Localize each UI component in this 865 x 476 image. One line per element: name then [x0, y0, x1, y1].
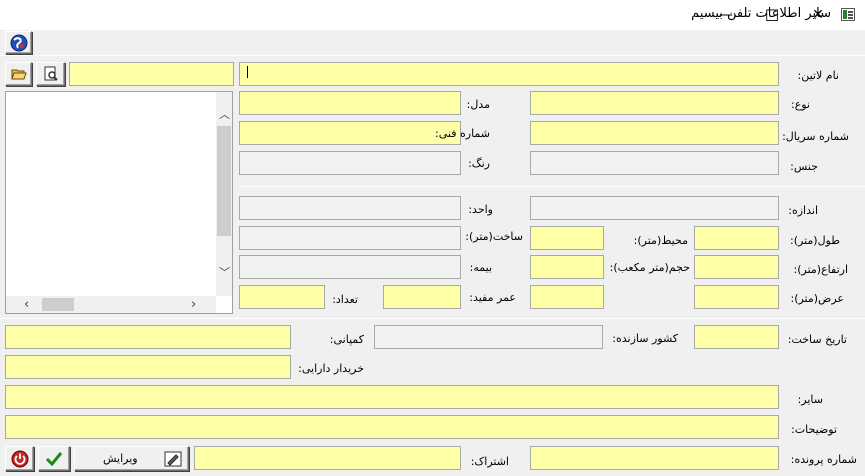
useful-life-field[interactable]	[530, 285, 604, 309]
serial-label: شماره سریال:	[782, 130, 849, 143]
perimeter-label: محیط(متر):	[633, 234, 688, 247]
unit-label: واحد:	[468, 203, 493, 216]
app-icon	[841, 8, 855, 21]
description-label: توضیحات:	[791, 423, 837, 436]
code-field[interactable]	[69, 62, 234, 86]
company-label: کمپانی:	[329, 333, 364, 346]
section-separator-2	[0, 318, 865, 319]
length-label: طول(متر):	[790, 234, 840, 247]
asset-buyer-label: خریدار دارایی:	[298, 362, 364, 375]
preview-button[interactable]	[36, 62, 65, 86]
useful-life-label: عمر مفید:	[469, 291, 516, 304]
height-label: ارتفاع(متر):	[793, 263, 848, 276]
width-label: عرض(متر):	[790, 292, 844, 305]
material-label: جنس:	[790, 160, 818, 173]
build-date-label: تاریخ ساخت:	[787, 333, 847, 346]
perimeter-input[interactable]	[530, 226, 604, 250]
open-folder-button[interactable]	[5, 62, 32, 86]
type-label: نوع:	[790, 98, 810, 111]
other-input[interactable]	[5, 385, 779, 409]
type-input[interactable]	[530, 91, 779, 115]
volume-label: حجم(متر مکعب):	[609, 261, 690, 274]
file-number-input[interactable]	[530, 446, 779, 470]
globe-icon	[10, 34, 27, 51]
size-input[interactable]	[530, 196, 779, 220]
count-label: تعداد:	[332, 293, 358, 306]
useful-life-input[interactable]	[383, 285, 461, 309]
vertical-scrollbar[interactable]: ︿ ﹀	[216, 92, 232, 296]
horizontal-scrollbar[interactable]: ‹ ›	[6, 296, 216, 313]
company-input[interactable]	[5, 325, 291, 349]
height-input[interactable]	[694, 255, 779, 279]
exit-button[interactable]	[5, 446, 34, 471]
building-input[interactable]	[239, 226, 461, 250]
manufacturer-country-label: کشور سازنده:	[612, 332, 678, 345]
other-label: سایر:	[797, 393, 823, 406]
asset-buyer-input[interactable]	[5, 355, 291, 379]
serial-input[interactable]	[530, 121, 779, 145]
scroll-down-icon[interactable]: ﹀	[219, 264, 230, 280]
scroll-left-icon[interactable]: ‹	[24, 297, 29, 312]
title-bar: ✕ ☐ — سایر اطلاعات تلفن بیسیم	[0, 0, 865, 30]
section-separator-1	[239, 186, 865, 187]
text-caret	[247, 66, 248, 78]
size-label: اندازه:	[788, 204, 818, 217]
description-input[interactable]	[5, 415, 779, 439]
window-title: سایر اطلاعات تلفن بیسیم	[691, 6, 831, 21]
manufacturer-country-input[interactable]	[374, 325, 603, 349]
edit-icon	[164, 451, 182, 466]
subscription-input[interactable]	[194, 446, 461, 470]
insurance-input[interactable]	[239, 255, 461, 279]
document-search-icon	[44, 66, 58, 81]
globe-button[interactable]	[5, 31, 32, 54]
power-icon	[11, 450, 28, 467]
color-input[interactable]	[239, 151, 461, 175]
material-input[interactable]	[530, 151, 779, 175]
scroll-thumb[interactable]	[217, 126, 231, 236]
model-label: مدل:	[466, 98, 490, 111]
scroll-thumb-horizontal[interactable]	[42, 298, 74, 311]
count-input[interactable]	[239, 285, 325, 309]
items-listbox[interactable]: ︿ ﹀ ‹ ›	[5, 91, 233, 314]
model-input[interactable]	[239, 91, 461, 115]
file-number-label: شماره پرونده:	[790, 453, 857, 466]
latin-name-input[interactable]	[239, 62, 779, 86]
confirm-button[interactable]	[38, 446, 70, 471]
length-input[interactable]	[694, 226, 779, 250]
color-label: رنگ:	[468, 157, 490, 170]
build-date-input[interactable]	[694, 325, 779, 349]
width-input[interactable]	[694, 285, 779, 309]
latin-name-label: نام لاتین:	[797, 69, 839, 82]
check-icon	[45, 451, 63, 466]
insurance-label: بیمه:	[469, 261, 492, 274]
edit-button-label: ویرایش	[103, 452, 138, 465]
tech-number-input[interactable]	[239, 121, 461, 145]
subscription-label: اشتراک:	[470, 455, 509, 468]
scroll-up-icon[interactable]: ︿	[219, 106, 230, 122]
edit-button[interactable]: ویرایش	[74, 446, 189, 471]
tech-number-label: شماره فنی:	[435, 127, 490, 140]
volume-input[interactable]	[530, 255, 604, 279]
folder-open-icon	[10, 69, 27, 80]
scroll-right-icon[interactable]: ›	[191, 297, 196, 312]
toolbar-separator	[0, 55, 865, 56]
unit-input[interactable]	[239, 196, 461, 220]
building-label: ساخت(متر):	[465, 230, 523, 243]
